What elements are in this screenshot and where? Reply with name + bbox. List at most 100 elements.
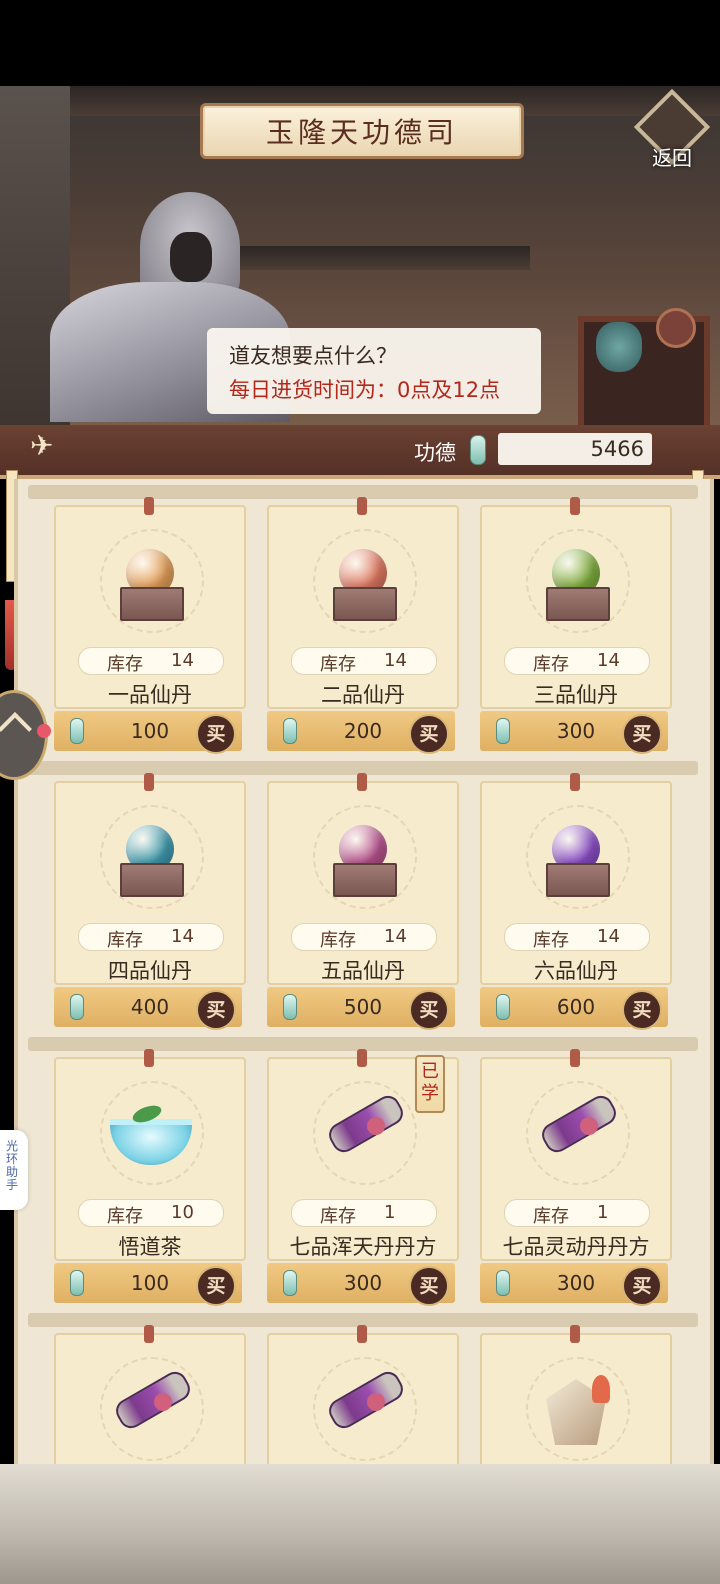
stock-pill: 库存 14 [78, 923, 224, 951]
jade-gem-icon [496, 1270, 510, 1296]
game-screen: 玉隆天功德司 返回 道友想要点什么？ 每日进货时间为：0点及12点 ✈ 功德 5… [0, 0, 720, 1584]
item-price: 300 [343, 1271, 383, 1295]
jade-gem-icon [496, 718, 510, 744]
buy-button[interactable]: 买 [196, 714, 236, 754]
buy-button[interactable]: 买 [409, 1266, 449, 1306]
buy-button[interactable]: 买 [409, 990, 449, 1030]
merit-value-box: 5466 [498, 433, 652, 465]
price-bar: 400 买 [54, 987, 242, 1030]
shop-item-card[interactable] [267, 1325, 459, 1464]
item-name: 二品仙丹 [321, 683, 405, 707]
scroll-ribbon-icon [367, 1393, 385, 1411]
item-price: 500 [343, 995, 383, 1019]
card-body: 库存 14 一品仙丹 [54, 497, 246, 709]
hanging-hook [144, 1049, 154, 1067]
orb-stand [546, 863, 610, 897]
stock-pill: 库存 14 [78, 647, 224, 675]
jade-gem-icon [496, 994, 510, 1020]
shop-item-card[interactable] [54, 1325, 246, 1464]
hanging-hook [570, 1325, 580, 1343]
hanging-hook [357, 1325, 367, 1343]
price-bar: 500 买 [267, 987, 455, 1030]
learned-tag: 已学 [415, 1055, 445, 1113]
notification-dot [37, 724, 51, 738]
card-body: 库存 14 三品仙丹 [480, 497, 672, 709]
price-bar: 300 买 [480, 1263, 668, 1306]
orb-stand [120, 587, 184, 621]
shop-item-card[interactable]: 库存 14 六品仙丹 600 买 [480, 773, 672, 1030]
item-name: 七品浑天丹丹方 [289, 1235, 437, 1259]
bottom-mist-decoration [0, 1464, 720, 1584]
merit-label: 功德 [414, 441, 456, 465]
price-bar: 100 买 [54, 711, 242, 754]
shop-item-card[interactable]: 库存 14 三品仙丹 300 买 [480, 497, 672, 754]
item-price: 300 [556, 719, 596, 743]
price-bar: 600 买 [480, 987, 668, 1030]
shop-item-card[interactable]: 库存 10 悟道茶 100 买 [54, 1049, 246, 1306]
stock-value: 1 [597, 1202, 609, 1223]
jade-gem-icon [470, 435, 486, 465]
orb-stand [120, 863, 184, 897]
stock-label: 库存 [533, 930, 569, 951]
crane-icon: ✈ [30, 429, 54, 462]
shop-item-card[interactable]: 库存 14 一品仙丹 100 买 [54, 497, 246, 754]
speech-text-restock-time: 每日进货时间为：0点及12点 [229, 378, 501, 402]
price-bar: 300 买 [480, 711, 668, 754]
jade-gem-icon [70, 1270, 84, 1296]
stock-value: 14 [384, 926, 407, 947]
helper-label: 光环助手 [6, 1139, 19, 1192]
item-price: 300 [556, 1271, 596, 1295]
stock-value: 14 [597, 650, 620, 671]
buy-button[interactable]: 买 [622, 1266, 662, 1306]
merit-value: 5466 [590, 437, 644, 461]
npc-speech-bubble: 道友想要点什么？ 每日进货时间为：0点及12点 [207, 328, 541, 414]
item-name: 六品仙丹 [534, 959, 618, 983]
price-bar: 200 买 [267, 711, 455, 754]
shop-item-card[interactable]: 库存 14 二品仙丹 200 买 [267, 497, 459, 754]
stock-label: 库存 [320, 1206, 356, 1227]
shop-title-plate: 玉隆天功德司 [200, 103, 524, 159]
hanging-hook [570, 773, 580, 791]
card-body: 库存 14 二品仙丹 [267, 497, 459, 709]
stock-pill: 库存 14 [504, 647, 650, 675]
shop-item-card[interactable]: 库存 14 五品仙丹 500 买 [267, 773, 459, 1030]
helper-side-tab[interactable]: 光环助手 [0, 1130, 28, 1210]
scroll-ribbon-icon [367, 1117, 385, 1135]
merit-currency-bar: ✈ 功德 5466 [0, 425, 720, 479]
buy-button[interactable]: 买 [196, 990, 236, 1030]
shop-item-grid[interactable]: 库存 14 一品仙丹 100 买 库存 14 二品仙丹 200 买 库存 14 … [14, 479, 714, 1464]
scroll-ribbon-icon [580, 1117, 598, 1135]
plate-decoration [656, 308, 696, 348]
orb-stand [333, 587, 397, 621]
item-price: 600 [556, 995, 596, 1019]
card-body [54, 1325, 246, 1464]
npc-mask [170, 232, 212, 282]
item-name: 七品灵动丹丹方 [502, 1235, 650, 1259]
jade-gem-icon [283, 994, 297, 1020]
shop-item-card[interactable] [480, 1325, 672, 1464]
stock-label: 库存 [533, 1206, 569, 1227]
buy-button[interactable]: 买 [409, 714, 449, 754]
shop-item-card[interactable]: 已学 库存 1 七品浑天丹丹方 300 买 [267, 1049, 459, 1306]
stock-value: 10 [171, 1202, 194, 1223]
item-name: 五品仙丹 [321, 959, 405, 983]
stock-pill: 库存 1 [504, 1199, 650, 1227]
scroll-ribbon-icon [154, 1393, 172, 1411]
buy-button[interactable]: 买 [622, 714, 662, 754]
orb-stand [333, 863, 397, 897]
hanging-hook [144, 773, 154, 791]
buy-button[interactable]: 买 [622, 990, 662, 1030]
jade-gem-icon [283, 718, 297, 744]
stock-label: 库存 [107, 654, 143, 675]
shop-item-card[interactable]: 库存 1 七品灵动丹丹方 300 买 [480, 1049, 672, 1306]
back-button[interactable]: 返回 [633, 88, 711, 170]
item-name: 三品仙丹 [534, 683, 618, 707]
card-body [267, 1325, 459, 1464]
price-bar: 300 买 [267, 1263, 455, 1306]
buy-button[interactable]: 买 [196, 1266, 236, 1306]
price-bar: 100 买 [54, 1263, 242, 1306]
stock-value: 14 [171, 650, 194, 671]
stock-pill: 库存 10 [78, 1199, 224, 1227]
stock-value: 1 [384, 1202, 396, 1223]
shop-item-card[interactable]: 库存 14 四品仙丹 400 买 [54, 773, 246, 1030]
